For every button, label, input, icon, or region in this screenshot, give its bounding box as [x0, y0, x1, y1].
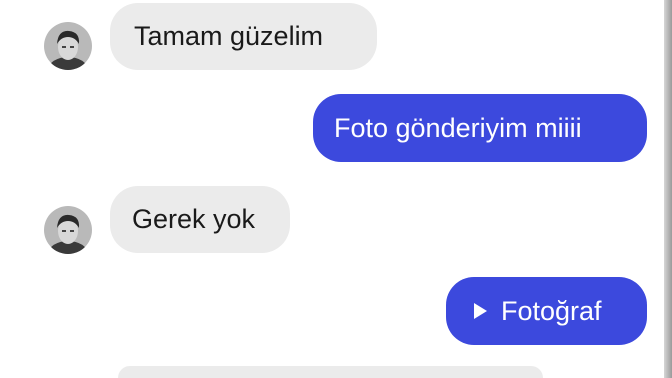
photo-message-button[interactable]: Fotoğraf [446, 277, 647, 345]
message-text: Foto gönderiyim miiii [334, 112, 582, 143]
play-icon [474, 303, 487, 319]
message-text: Tamam güzelim [134, 21, 324, 51]
message-bubble-incoming[interactable] [118, 366, 543, 378]
contact-avatar[interactable] [44, 206, 92, 254]
message-bubble-outgoing[interactable]: Foto gönderiyim miiii [313, 94, 647, 162]
photo-label: Fotoğraf [501, 295, 602, 326]
message-text: Gerek yok [132, 204, 256, 234]
message-bubble-incoming[interactable]: Tamam güzelim [110, 3, 377, 70]
contact-avatar[interactable] [44, 22, 92, 70]
screen-edge [664, 0, 672, 378]
message-bubble-incoming[interactable]: Gerek yok [110, 186, 290, 253]
